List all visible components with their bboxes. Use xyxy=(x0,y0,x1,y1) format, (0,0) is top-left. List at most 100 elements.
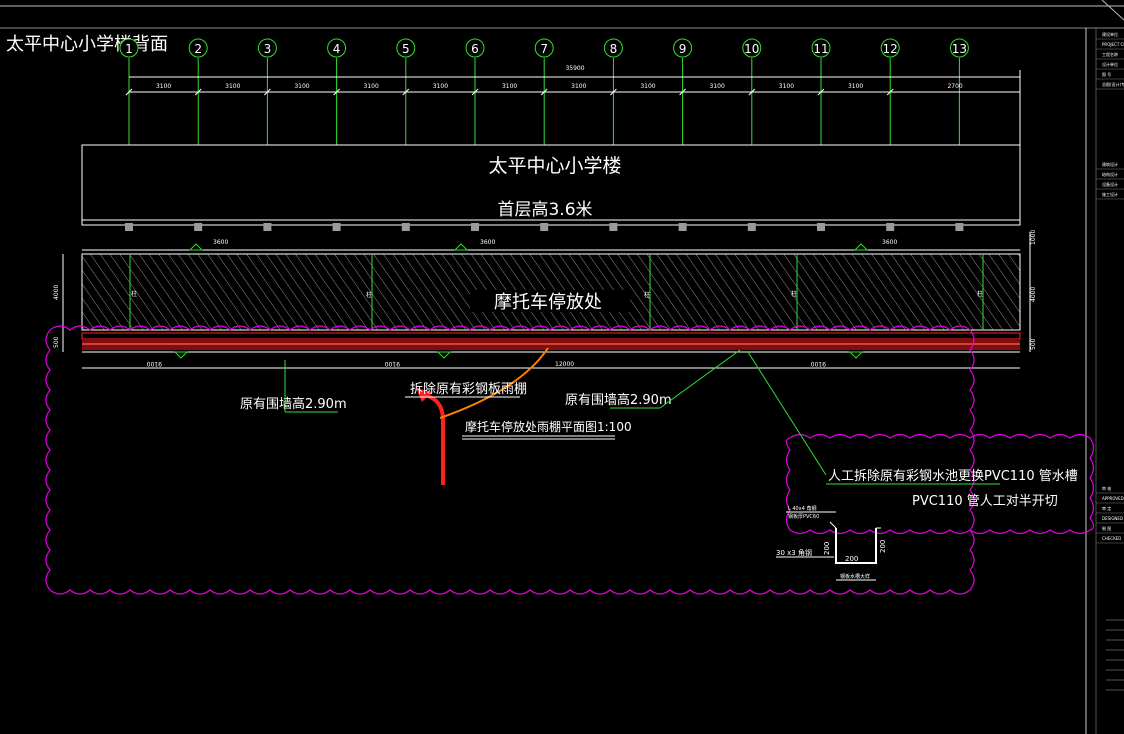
axis-label-4: 4 xyxy=(333,42,341,56)
post-label-2: 柱 xyxy=(366,291,372,299)
bottom-mark-2: 9100 xyxy=(385,360,400,367)
title-block-row-10: 审 核 xyxy=(1102,485,1111,491)
floor-height-note: 首层高3.6米 xyxy=(497,200,592,220)
axis-label-7: 7 xyxy=(540,42,548,56)
bay-dim-10: 3100 xyxy=(779,83,794,90)
title-block-row-6: 建筑设计 xyxy=(1102,161,1118,167)
column-marker-7 xyxy=(540,223,549,231)
title-block: 建设单位 PROJECT CLIENT 工程名称设计单位图 号总图(设计)专业建筑设… xyxy=(1095,28,1124,734)
bottom-mark-1: 9100 xyxy=(147,360,162,367)
column-marker-10 xyxy=(747,223,756,231)
plan-title: 摩托车停放处雨棚平面图1:100 xyxy=(465,419,632,434)
top-mark-2: 3600 xyxy=(480,239,495,246)
axis-label-3: 3 xyxy=(264,42,272,56)
title-block-row-8: 设备设计 xyxy=(1102,181,1118,187)
demolish-note: 拆除原有彩钢板雨棚 xyxy=(410,382,527,397)
bottom-mark-4: 9100 xyxy=(811,360,826,367)
detail-height-right: 200 xyxy=(879,540,887,553)
frame-corner-line xyxy=(1101,0,1124,21)
column-marker-3 xyxy=(263,223,272,231)
title-block-row-13: DESIGNED xyxy=(1102,516,1123,521)
title-block-row-12: 审 定 xyxy=(1102,505,1111,511)
bay-dim-7: 3100 xyxy=(571,83,586,90)
wall-strip-fill xyxy=(82,340,1020,350)
revision-cloud-main xyxy=(45,325,975,595)
column-marker-1 xyxy=(125,223,133,231)
column-marker-4 xyxy=(332,223,341,231)
column-marker-11 xyxy=(817,223,825,231)
axis-label-6: 6 xyxy=(471,42,479,56)
bay-dim-3: 3100 xyxy=(294,83,309,90)
drawing-title: 太平中心小学楼背面 xyxy=(6,34,168,55)
gutter-detail: L 40x4 角钢 钢板厚PVC60 200 200 200 30 x3 角钢 … xyxy=(776,505,887,581)
title-block-row-9: 施工设计 xyxy=(1102,191,1118,197)
axis-label-10: 10 xyxy=(744,42,759,56)
title-block-row-14: 制 图 xyxy=(1102,525,1111,531)
bottom-level-marks: 9100 9100 12000 9100 xyxy=(147,351,864,368)
column-marker-8 xyxy=(609,223,618,231)
title-block-row-3: 设计单位 xyxy=(1102,61,1118,67)
axis-label-13: 13 xyxy=(952,42,967,56)
title-block-row-4: 图 号 xyxy=(1102,71,1111,77)
axis-label-9: 9 xyxy=(679,42,687,56)
title-block-row-7: 结构设计 xyxy=(1102,171,1118,177)
column-marker-2 xyxy=(194,223,203,231)
detail-label-1: L 40x4 角钢 xyxy=(788,505,816,512)
right-mid-dim: 4000 xyxy=(1030,287,1037,302)
bottom-mark-3: 12000 xyxy=(555,361,574,368)
demolish-arrow xyxy=(424,393,445,485)
column-marker-5 xyxy=(401,223,410,231)
post-label-3: 柱 xyxy=(644,291,650,299)
axis-label-12: 12 xyxy=(883,42,898,56)
building-name: 太平中心小学楼 xyxy=(488,155,621,177)
axis-label-2: 2 xyxy=(194,42,202,56)
column-marker-12 xyxy=(886,223,895,231)
post-label-1: 柱 xyxy=(131,290,137,298)
left-height: 4000 xyxy=(53,285,60,300)
column-marker-6 xyxy=(471,223,479,231)
wall-height-left: 原有围墙高2.90m xyxy=(240,396,347,412)
top-mark-3: 3600 xyxy=(882,239,897,246)
manual-note-1: 人工拆除原有彩钢水池更换PVC110 管水槽 xyxy=(828,469,1078,484)
axis-label-8: 8 xyxy=(610,42,618,56)
detail-width: 200 xyxy=(845,555,858,563)
title-block-row-5: 总图(设计)专业 xyxy=(1102,81,1124,87)
bay-dim-1: 3100 xyxy=(156,83,171,90)
right-bot-dim: 500 xyxy=(1030,338,1037,350)
column-marker-13 xyxy=(955,223,964,231)
bay-dim-4: 3100 xyxy=(364,83,379,90)
post-label-4: 柱 xyxy=(791,290,797,298)
parking-area-label: 摩托车停放处 xyxy=(494,292,602,313)
wall-strip-top xyxy=(81,332,1021,340)
cad-drawing-canvas[interactable]: 太平中心小学楼背面 1 2 3 4 5 6 7 8 9 10 11 12 13 35900 3100 31… xyxy=(0,0,1124,734)
detail-label-2: 钢板厚PVC60 xyxy=(788,513,819,520)
bay-dim-5: 3100 xyxy=(433,83,448,90)
top-level-marks: 3600 3600 3600 xyxy=(188,239,897,251)
bay-dim-8: 3100 xyxy=(640,83,655,90)
detail-angle: 30 x3 角钢 xyxy=(776,548,812,557)
wall-right-leader-diag xyxy=(659,349,741,409)
axis-label-1: 1 xyxy=(125,42,133,56)
title-block-row-1: PROJECT CLIENT xyxy=(1102,42,1124,47)
post-label-5: 柱 xyxy=(977,290,983,298)
bay-dim-6: 3100 xyxy=(502,83,517,90)
axis-label-5: 5 xyxy=(402,42,410,56)
column-markers xyxy=(125,223,964,231)
detail-caption: 钢板水槽大样 xyxy=(840,573,870,580)
title-block-row-15: CHECKED xyxy=(1102,536,1121,541)
axis-label-11: 11 xyxy=(813,42,828,56)
overall-dimension: 35900 xyxy=(565,65,584,72)
wall-height-right: 原有围墙高2.90m xyxy=(565,392,672,408)
column-marker-9 xyxy=(678,223,687,231)
title-block-row-2: 工程名称 xyxy=(1102,51,1118,57)
bay-dim-11: 3100 xyxy=(848,83,863,90)
title-block-row-11: APPROVED xyxy=(1102,496,1124,501)
right-top-dim: 1000 xyxy=(1030,230,1037,245)
title-block-row-0: 建设单位 xyxy=(1102,31,1118,37)
bay-dim-12: 2700 xyxy=(947,83,962,90)
top-mark-1: 3600 xyxy=(213,239,228,246)
left-small: 500 xyxy=(53,336,60,348)
bay-dim-9: 3100 xyxy=(710,83,725,90)
manual-note-2: PVC110 管人工对半开切 xyxy=(912,494,1058,509)
detail-height-left: 200 xyxy=(823,542,831,555)
